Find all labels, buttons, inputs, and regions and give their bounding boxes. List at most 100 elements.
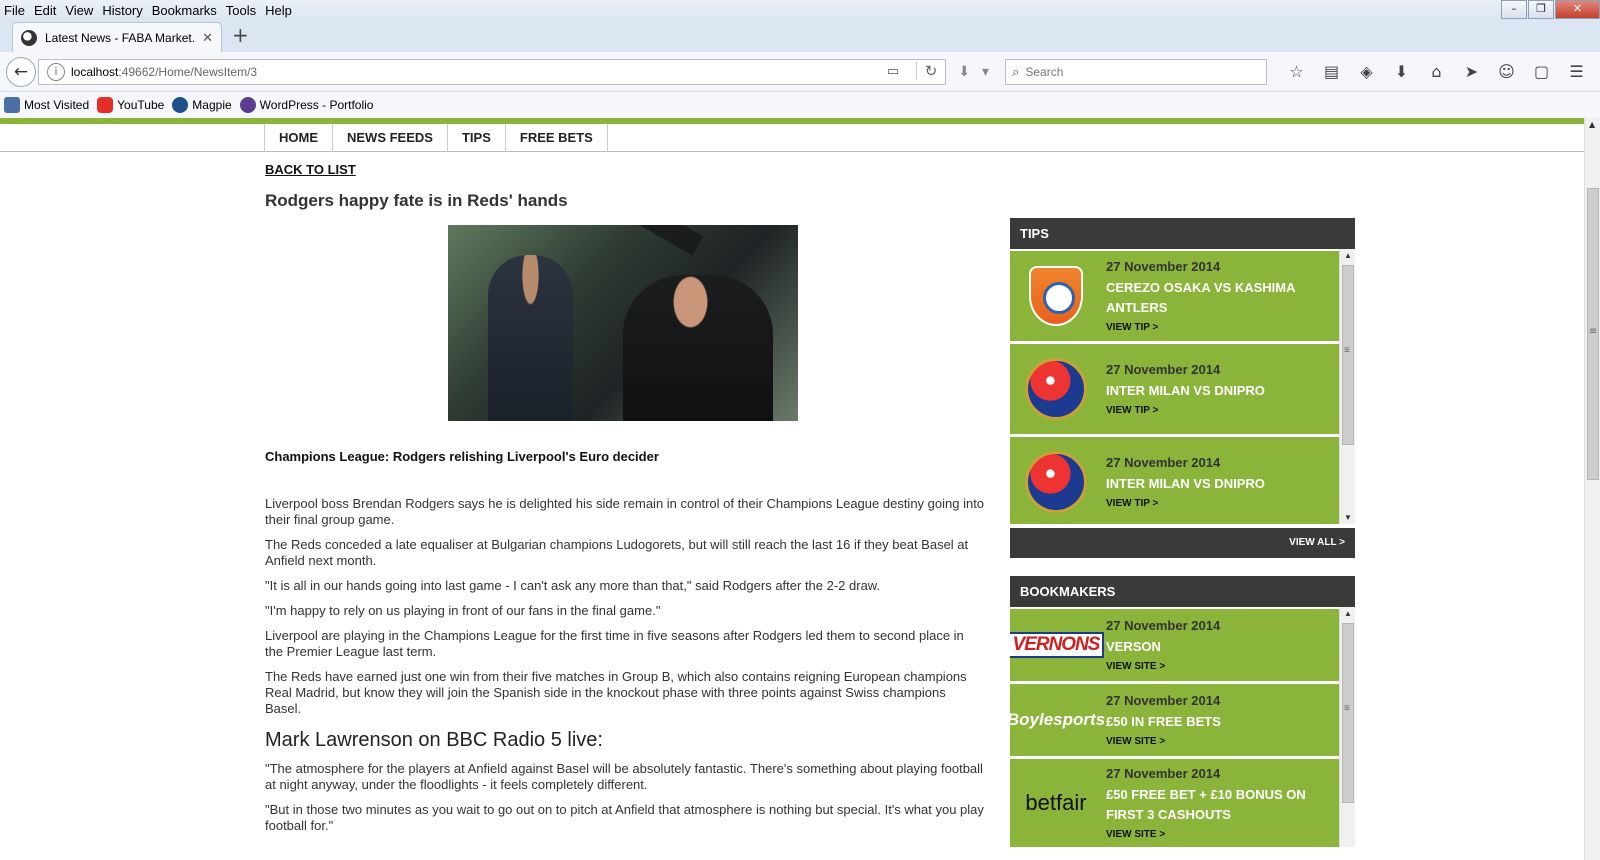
scroll-grip-icon: ≡ [1344, 703, 1350, 714]
football-favicon-icon [21, 29, 37, 46]
bookmaker-text: 27 November 2014 £50 IN FREE BETS VIEW S… [1106, 693, 1221, 747]
news-article: BACK TO LIST Rodgers happy fate is in Re… [265, 162, 985, 834]
reload-icon[interactable]: ↻ [915, 61, 937, 80]
web-page: HOME NEWS FEEDS TIPS FREE BETS BACK TO L… [0, 118, 1584, 860]
hamburger-menu-icon[interactable]: ☰ [1559, 62, 1594, 81]
bookmakers-list[interactable]: VERNONS 27 November 2014 VERSON VIEW SIT… [1010, 607, 1355, 847]
tip-date: 27 November 2014 [1106, 259, 1221, 274]
pocket-icon[interactable]: ◈ [1349, 62, 1384, 81]
download-group: ⬇ ▾ [958, 64, 1001, 80]
back-arrow-icon[interactable]: ← [6, 56, 36, 87]
nav-tips[interactable]: TIPS [448, 124, 506, 152]
bookmark-most-visited[interactable]: Most Visited [4, 97, 89, 113]
shimizu-crest-icon [1029, 266, 1083, 326]
tab-bar: Latest News - FABA Market... ✕ + [0, 20, 1600, 52]
tab-title: Latest News - FABA Market... [45, 30, 197, 45]
tip-item[interactable]: 27 November 2014 INTER MILAN VS DNIPRO V… [1010, 344, 1339, 434]
toolbar-icons: ☆ ▤ ◈ ⬇ ⌂ ➤ ☺ ▢ ☰ [1279, 62, 1594, 81]
bookmaker-item[interactable]: VERNONS 27 November 2014 VERSON VIEW SIT… [1010, 609, 1339, 681]
minimize-icon[interactable]: – [1501, 0, 1527, 19]
tips-scrollbar[interactable]: ▲ ≡ ▼ [1339, 249, 1355, 524]
view-site-link[interactable]: VIEW SITE > [1106, 736, 1221, 747]
sidebar: TIPS 27 November 2014 CEREZO OSAKA VS KA… [1010, 218, 1355, 847]
downloads-icon[interactable]: ⬇ [1384, 62, 1419, 81]
article-paragraph: "I'm happy to rely on us playing in fron… [265, 603, 661, 618]
logo-cell: Boylesports [1010, 675, 1106, 765]
chat-icon[interactable]: ☺ [1489, 62, 1524, 81]
view-site-link[interactable]: VIEW SITE > [1106, 829, 1339, 840]
article-paragraph: "It is all in our hands going into last … [265, 578, 881, 593]
menu-tools[interactable]: Tools [226, 3, 256, 18]
new-tab-icon[interactable]: + [232, 23, 249, 47]
browser-tab[interactable]: Latest News - FABA Market... ✕ [12, 22, 222, 52]
bookmaker-item[interactable]: Boylesports 27 November 2014 £50 IN FREE… [1010, 684, 1339, 756]
window-icon[interactable]: ▢ [1524, 62, 1559, 81]
nav-free-bets[interactable]: FREE BETS [506, 124, 608, 152]
menu-bookmarks[interactable]: Bookmarks [152, 3, 217, 18]
boylesports-logo: Boylesports [1010, 710, 1106, 729]
chevron-down-icon[interactable]: ▾ [982, 64, 989, 80]
scroll-up-icon[interactable]: ▲ [1344, 609, 1352, 618]
menu-view[interactable]: View [65, 3, 93, 18]
bookmaker-title: £50 FREE BET + £10 BONUS ON FIRST 3 CASH… [1106, 787, 1306, 822]
view-all-link[interactable]: VIEW ALL > [1010, 528, 1355, 558]
bookmark-youtube[interactable]: YouTube [97, 97, 164, 113]
bookmark-label: Magpie [192, 98, 232, 112]
menu-history[interactable]: History [102, 3, 142, 18]
scroll-up-icon[interactable]: ▲ [1589, 120, 1595, 129]
bookmaker-item[interactable]: betfair 27 November 2014 £50 FREE BET + … [1010, 759, 1339, 847]
article-paragraph: Liverpool boss Brendan Rodgers says he i… [265, 496, 985, 527]
site-info-icon[interactable]: i [47, 62, 65, 81]
bookmarks-library-icon[interactable]: ▤ [1314, 62, 1349, 81]
reader-view-icon[interactable]: ▭ [887, 63, 899, 79]
bookmaker-date: 27 November 2014 [1106, 766, 1221, 781]
menu-help[interactable]: Help [265, 3, 292, 18]
bookmaker-date: 27 November 2014 [1106, 693, 1221, 708]
view-tip-link[interactable]: VIEW TIP > [1106, 322, 1339, 333]
bookmaker-date: 27 November 2014 [1106, 618, 1221, 633]
scroll-grip-icon: ≡ [1344, 345, 1350, 356]
view-tip-link[interactable]: VIEW TIP > [1106, 498, 1265, 509]
url-bar[interactable]: i localhost:49662/Home/NewsItem/3 ▭ ↻ [38, 58, 947, 85]
bookmaker-text: 27 November 2014 £50 FREE BET + £10 BONU… [1106, 766, 1339, 840]
scroll-down-icon[interactable]: ▼ [1344, 513, 1352, 522]
back-to-list-link[interactable]: BACK TO LIST [265, 162, 985, 177]
tip-item[interactable]: 27 November 2014 INTER MILAN VS DNIPRO V… [1010, 437, 1339, 524]
menu-file[interactable]: File [4, 3, 25, 18]
bookmark-wordpress[interactable]: WordPress - Portfolio [239, 97, 373, 113]
tips-list[interactable]: 27 November 2014 CEREZO OSAKA VS KASHIMA… [1010, 249, 1355, 524]
article-paragraph: Liverpool are playing in the Champions L… [265, 628, 964, 659]
close-window-icon[interactable]: ✕ [1555, 0, 1600, 19]
view-tip-link[interactable]: VIEW TIP > [1106, 405, 1265, 416]
scroll-up-icon[interactable]: ▲ [1344, 251, 1352, 260]
nav-home[interactable]: HOME [265, 124, 333, 152]
bookmakers-scrollbar[interactable]: ▲ ≡ [1339, 607, 1355, 847]
scroll-grip-icon: ≡ [1589, 326, 1598, 337]
view-site-link[interactable]: VIEW SITE > [1106, 661, 1220, 672]
menu-edit[interactable]: Edit [34, 3, 56, 18]
bookmaker-text: 27 November 2014 VERSON VIEW SITE > [1106, 618, 1220, 672]
article-headline: Rodgers happy fate is in Reds' hands [265, 191, 568, 210]
tip-text: 27 November 2014 INTER MILAN VS DNIPRO V… [1106, 362, 1265, 416]
nav-news-feeds[interactable]: NEWS FEEDS [333, 124, 448, 152]
article-photo [448, 225, 798, 421]
bookmakers-heading: BOOKMAKERS [1010, 576, 1355, 607]
send-icon[interactable]: ➤ [1454, 62, 1489, 81]
logo-cell [1010, 344, 1102, 434]
logo-cell [1010, 251, 1102, 341]
bookmark-star-icon[interactable]: ☆ [1279, 62, 1314, 81]
close-tab-icon[interactable]: ✕ [202, 30, 213, 46]
page-scrollbar[interactable]: ▲ ≡ [1584, 118, 1600, 860]
bookmark-label: Most Visited [24, 98, 90, 112]
tip-title: INTER MILAN VS DNIPRO [1106, 383, 1265, 398]
tip-item[interactable]: 27 November 2014 CEREZO OSAKA VS KASHIMA… [1010, 251, 1339, 341]
download-arrow-icon[interactable]: ⬇ [958, 64, 970, 80]
wordpress-icon [239, 97, 256, 113]
window-controls: – ❐ ✕ [1500, 0, 1600, 19]
home-icon[interactable]: ⌂ [1419, 62, 1454, 81]
search-input[interactable]: ⌕ Search [1005, 58, 1267, 85]
bookmark-magpie[interactable]: Magpie [172, 97, 232, 113]
photo-figure-left [488, 255, 573, 421]
restore-icon[interactable]: ❐ [1528, 0, 1554, 19]
folder-icon [4, 97, 20, 113]
